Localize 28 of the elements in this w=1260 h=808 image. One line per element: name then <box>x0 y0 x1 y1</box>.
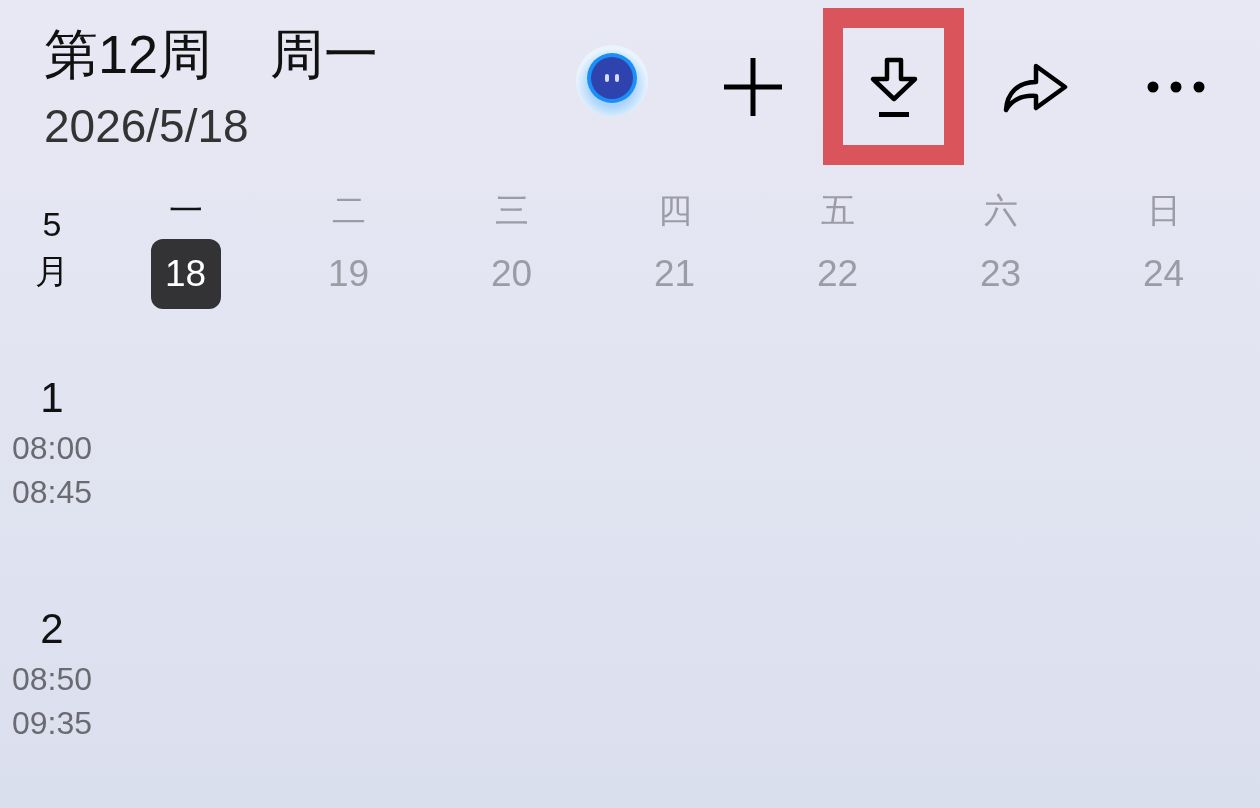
plus-icon <box>723 57 782 116</box>
weekday-label: 日 <box>1146 190 1181 231</box>
date-button[interactable]: 23 <box>965 239 1036 309</box>
weekday-label: 六 <box>983 190 1018 231</box>
date-button[interactable]: 21 <box>639 239 710 309</box>
period-start-time: 08:00 <box>11 429 93 468</box>
more-icon <box>1146 80 1205 93</box>
period-end-time: 09:35 <box>11 704 93 743</box>
date-button[interactable]: 24 <box>1128 239 1199 309</box>
period-number: 2 <box>40 604 64 654</box>
download-button[interactable] <box>823 8 964 165</box>
date-button[interactable]: 22 <box>802 239 873 309</box>
weekday-label: 三 <box>494 190 529 231</box>
period-start-time: 08:50 <box>11 660 93 699</box>
date-button[interactable]: 20 <box>476 239 547 309</box>
date-button[interactable]: 18 <box>150 239 221 309</box>
month-label: 5月 <box>35 204 69 292</box>
week-title: 第12周 <box>44 23 213 86</box>
mascot-icon <box>575 44 648 117</box>
weekday-label: 二 <box>331 190 366 231</box>
weekday-label: 四 <box>657 190 692 231</box>
weekday-label: 一 <box>168 190 203 231</box>
period-end-time: 08:45 <box>11 473 93 512</box>
period-number: 1 <box>40 373 64 423</box>
date-button[interactable]: 19 <box>313 239 384 309</box>
date-text: 2026/5/18 <box>44 99 250 154</box>
weekday-title: 周一 <box>270 23 379 86</box>
weekday-label: 五 <box>820 190 855 231</box>
